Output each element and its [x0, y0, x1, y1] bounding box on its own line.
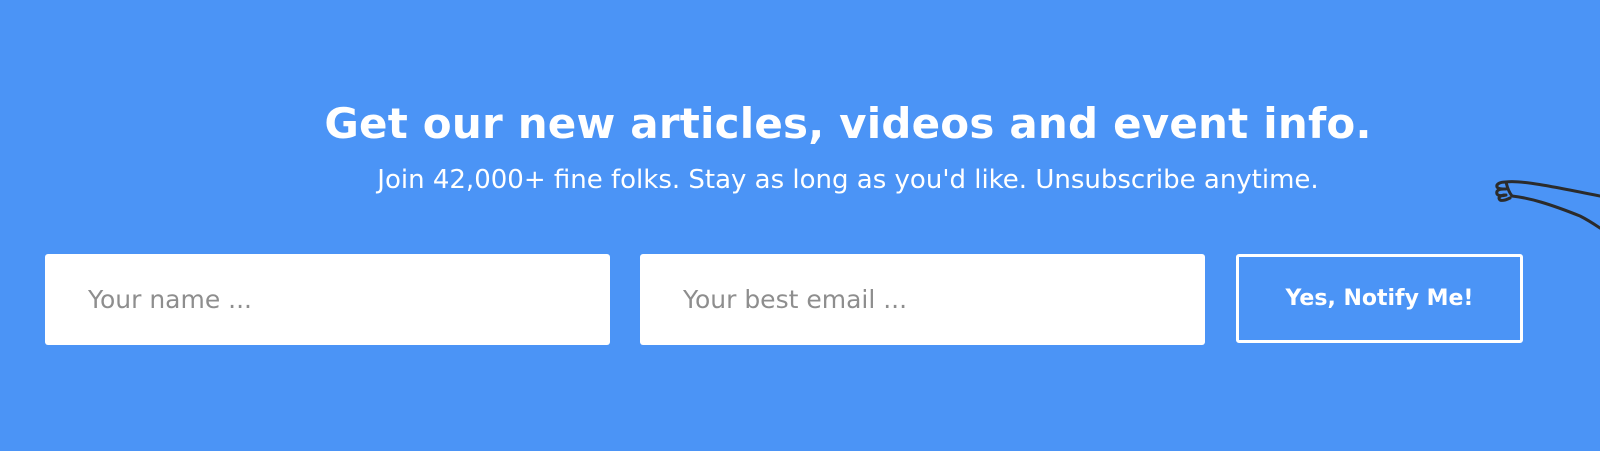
- name-input[interactable]: [45, 254, 610, 345]
- newsletter-subtext: Join 42,000+ fine folks. Stay as long as…: [377, 165, 1319, 195]
- hand-sketch-icon: [1495, 180, 1600, 230]
- notify-me-button[interactable]: Yes, Notify Me!: [1236, 254, 1523, 343]
- newsletter-headline: Get our new articles, videos and event i…: [324, 99, 1372, 148]
- email-input[interactable]: [640, 254, 1205, 345]
- newsletter-signup-section: Get our new articles, videos and event i…: [0, 0, 1600, 451]
